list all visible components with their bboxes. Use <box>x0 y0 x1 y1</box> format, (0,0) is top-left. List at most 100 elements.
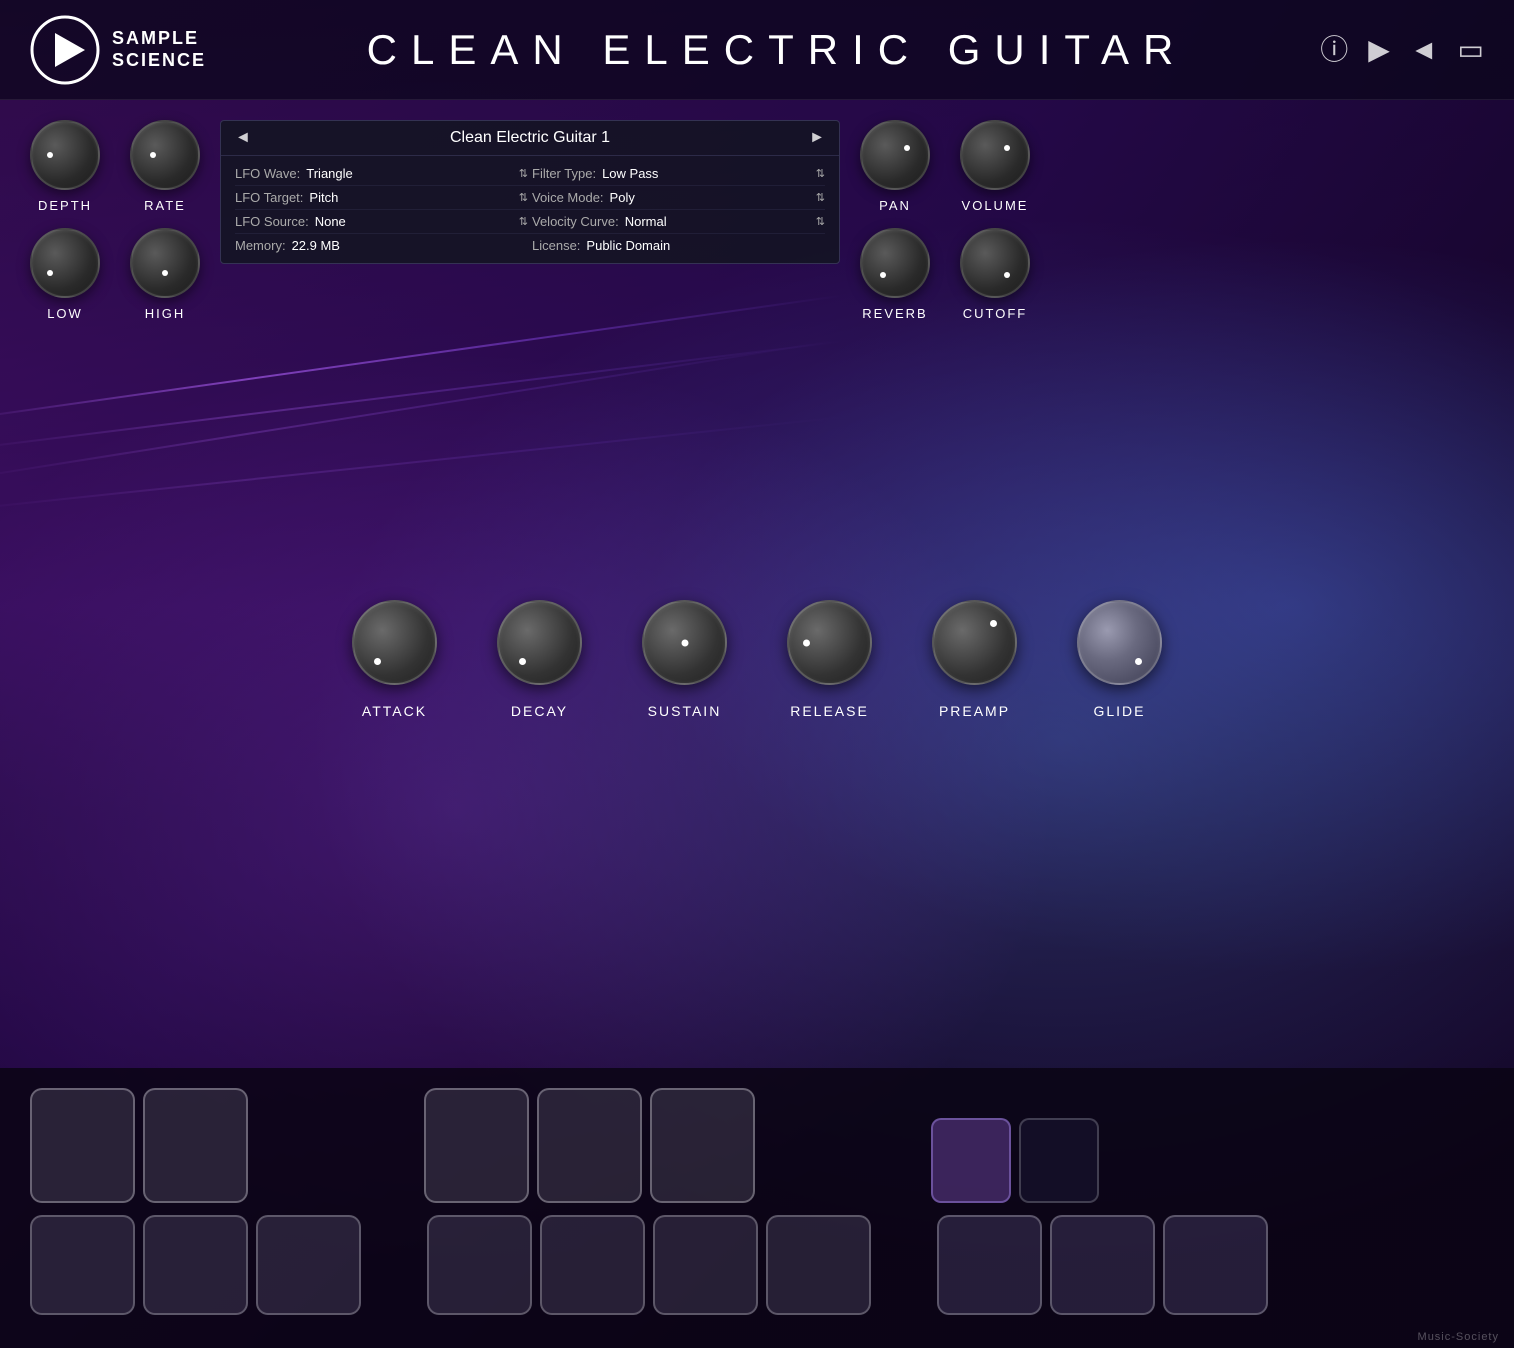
key-bot-10[interactable] <box>1163 1215 1268 1315</box>
rate-knob-group: RATE <box>130 120 200 213</box>
left-knobs: DEPTH RATE LOW HIGH <box>30 120 200 321</box>
reverb-knob[interactable] <box>860 228 930 298</box>
preamp-label: PREAMP <box>939 703 1010 719</box>
key-g1[interactable] <box>537 1088 642 1203</box>
rate-knob[interactable] <box>130 120 200 190</box>
bottom-keys-row <box>30 1215 1484 1315</box>
voice-mode-label: Voice Mode: <box>532 190 604 205</box>
pan-knob[interactable] <box>860 120 930 190</box>
key-bot-6[interactable] <box>653 1215 758 1315</box>
low-knob-group: LOW <box>30 228 100 321</box>
app-title: CLEAN ELECTRIC GUITAR <box>250 26 1304 74</box>
depth-knob-group: DEPTH <box>30 120 100 213</box>
key-d1[interactable] <box>143 1088 248 1203</box>
key-f1[interactable] <box>424 1088 529 1203</box>
release-label: RELEASE <box>790 703 869 719</box>
low-knob[interactable] <box>30 228 100 298</box>
preamp-knob-group: PREAMP <box>932 600 1017 719</box>
bot-gap-1 <box>369 1215 419 1315</box>
sustain-knob-group: SUSTAIN <box>642 600 727 719</box>
key-bot-2[interactable] <box>143 1215 248 1315</box>
middle-knobs-area: ATTACK DECAY SUSTAIN RELEASE PREAMP GLID… <box>0 580 1514 739</box>
high-knob[interactable] <box>130 228 200 298</box>
lfo-wave-arrows[interactable]: ⇅ <box>519 167 528 180</box>
panel-prev-button[interactable]: ◄ <box>235 129 251 147</box>
release-knob-group: RELEASE <box>787 600 872 719</box>
key-a1[interactable] <box>650 1088 755 1203</box>
top-keys-row <box>30 1088 1484 1203</box>
preamp-knob[interactable] <box>932 600 1017 685</box>
main-container: SAMPLE SCIENCE CLEAN ELECTRIC GUITAR ⓘ ▶… <box>0 0 1514 1348</box>
voice-mode-value: Poly <box>610 190 810 205</box>
attack-knob-group: ATTACK <box>352 600 437 719</box>
panel-row-2: LFO Target: Pitch ⇅ Voice Mode: Poly ⇅ <box>235 186 825 210</box>
header-controls: ⓘ ▶ ◄ ▭ <box>1304 36 1484 64</box>
pan-knob-group: PAN <box>860 120 930 213</box>
right-knobs: PAN VOLUME REVERB CUTOFF <box>860 120 1030 321</box>
sustain-knob[interactable] <box>642 600 727 685</box>
attack-knob[interactable] <box>352 600 437 685</box>
back-button[interactable]: ◄ <box>1410 36 1438 64</box>
top-right-knobs: PAN VOLUME <box>860 120 1030 213</box>
lfo-wave-value: Triangle <box>306 166 513 181</box>
volume-label: VOLUME <box>962 198 1029 213</box>
filter-type-label: Filter Type: <box>532 166 596 181</box>
decay-knob[interactable] <box>497 600 582 685</box>
logo-area: SAMPLE SCIENCE <box>30 15 250 85</box>
depth-knob[interactable] <box>30 120 100 190</box>
info-panel: ◄ Clean Electric Guitar 1 ► LFO Wave: Tr… <box>220 120 840 264</box>
panel-next-button[interactable]: ► <box>809 129 825 147</box>
key-bot-8[interactable] <box>937 1215 1042 1315</box>
glide-label: GLIDE <box>1093 703 1145 719</box>
filter-type-arrows[interactable]: ⇅ <box>816 167 825 180</box>
pan-label: PAN <box>879 198 911 213</box>
volume-knob[interactable] <box>960 120 1030 190</box>
key-bot-1[interactable] <box>30 1215 135 1315</box>
license-value: Public Domain <box>586 238 825 253</box>
lfo-target-arrows[interactable]: ⇅ <box>519 191 528 204</box>
voice-mode-field: Voice Mode: Poly ⇅ <box>532 190 825 205</box>
info-button[interactable]: ⓘ <box>1320 36 1348 64</box>
cutoff-knob[interactable] <box>960 228 1030 298</box>
lfo-source-label: LFO Source: <box>235 214 309 229</box>
release-knob[interactable] <box>787 600 872 685</box>
string-decoration <box>0 416 845 512</box>
rate-label: RATE <box>144 198 186 213</box>
glide-knob-group: GLIDE <box>1077 600 1162 719</box>
velocity-curve-label: Velocity Curve: <box>532 214 619 229</box>
reverb-knob-group: REVERB <box>860 228 930 321</box>
low-label: LOW <box>47 306 83 321</box>
key-bot-9[interactable] <box>1050 1215 1155 1315</box>
key-bot-7[interactable] <box>766 1215 871 1315</box>
key-c1[interactable] <box>30 1088 135 1203</box>
panel-title: Clean Electric Guitar 1 <box>251 129 809 147</box>
decay-knob-group: DECAY <box>497 600 582 719</box>
bottom-left-knobs: LOW HIGH <box>30 228 200 321</box>
lfo-source-field: LFO Source: None ⇅ <box>235 214 528 229</box>
panel-row-1: LFO Wave: Triangle ⇅ Filter Type: Low Pa… <box>235 162 825 186</box>
panel-row-3: LFO Source: None ⇅ Velocity Curve: Norma… <box>235 210 825 234</box>
menu-button[interactable]: ▭ <box>1458 36 1484 64</box>
lfo-source-arrows[interactable]: ⇅ <box>519 215 528 228</box>
lfo-wave-field: LFO Wave: Triangle ⇅ <box>235 166 528 181</box>
key-d2[interactable] <box>1019 1118 1099 1203</box>
keyboard-area <box>0 1068 1514 1348</box>
velocity-curve-arrows[interactable]: ⇅ <box>816 215 825 228</box>
glide-knob[interactable] <box>1077 600 1162 685</box>
play-button[interactable]: ▶ <box>1368 36 1390 64</box>
key-bot-3[interactable] <box>256 1215 361 1315</box>
volume-knob-group: VOLUME <box>960 120 1030 213</box>
cutoff-knob-group: CUTOFF <box>960 228 1030 321</box>
velocity-curve-field: Velocity Curve: Normal ⇅ <box>532 214 825 229</box>
memory-field: Memory: 22.9 MB <box>235 238 528 253</box>
key-bot-4[interactable] <box>427 1215 532 1315</box>
velocity-curve-value: Normal <box>625 214 810 229</box>
cutoff-label: CUTOFF <box>963 306 1027 321</box>
bottom-right-knobs: REVERB CUTOFF <box>860 228 1030 321</box>
voice-mode-arrows[interactable]: ⇅ <box>816 191 825 204</box>
key-c2[interactable] <box>931 1118 1011 1203</box>
reverb-label: REVERB <box>862 306 927 321</box>
filter-type-value: Low Pass <box>602 166 810 181</box>
license-field: License: Public Domain <box>532 238 825 253</box>
key-bot-5[interactable] <box>540 1215 645 1315</box>
